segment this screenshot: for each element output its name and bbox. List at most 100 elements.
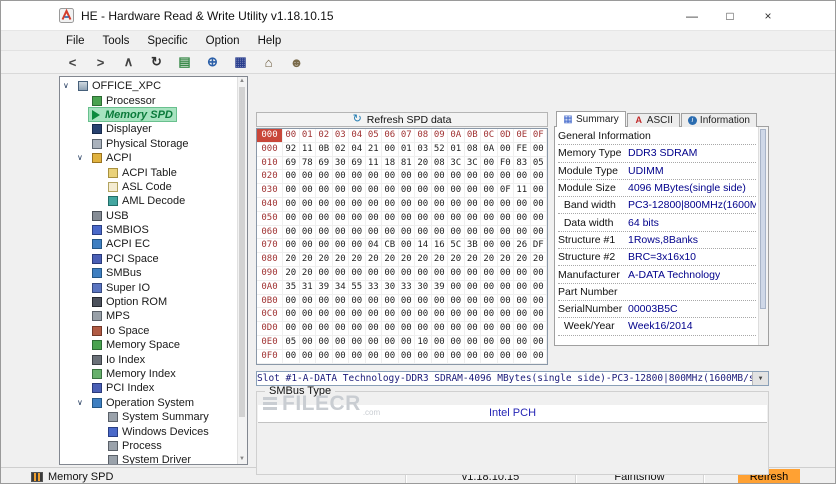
hex-byte-cell[interactable]: 00 [415,349,432,364]
hex-byte-cell[interactable]: 00 [530,349,547,364]
hex-byte-cell[interactable]: 00 [530,280,547,295]
hex-byte-cell[interactable]: 00 [316,211,333,226]
web-icon[interactable]: ⊕ [201,52,224,72]
hex-byte-cell[interactable]: 00 [497,142,514,157]
hex-byte-cell[interactable]: 00 [332,225,349,240]
hex-byte-cell[interactable]: 00 [481,266,498,281]
hex-byte-cell[interactable]: 05 [283,335,300,350]
hex-byte-cell[interactable]: 31 [299,280,316,295]
hex-byte-cell[interactable]: 11 [514,184,531,198]
hex-byte-cell[interactable]: 01 [398,142,415,157]
sidebar-item-io-space[interactable]: Io Space [60,324,247,338]
hex-byte-cell[interactable]: 00 [497,225,514,240]
hex-byte-cell[interactable]: 69 [316,156,333,171]
hex-byte-cell[interactable]: 20 [283,253,300,267]
hex-byte-cell[interactable]: 00 [530,211,547,226]
hex-byte-cell[interactable]: 00 [448,197,465,212]
forward-icon[interactable]: > [89,52,112,72]
hex-byte-cell[interactable]: 00 [316,170,333,185]
sidebar-item-acpi-ec[interactable]: ACPI EC [60,237,247,251]
hex-byte-cell[interactable]: 00 [299,335,316,350]
hex-byte-cell[interactable]: 00 [481,294,498,309]
hex-byte-cell[interactable]: 00 [365,335,382,350]
hex-byte-cell[interactable]: 00 [530,197,547,212]
hex-byte-cell[interactable]: 00 [398,294,415,309]
hex-byte-cell[interactable]: 00 [464,211,481,226]
hex-byte-cell[interactable]: 00 [514,335,531,350]
hex-byte-cell[interactable]: 00 [316,322,333,336]
hex-byte-cell[interactable]: 11 [299,142,316,157]
hex-byte-cell[interactable]: 00 [514,349,531,364]
hex-byte-cell[interactable]: 00 [415,308,432,323]
hex-byte-cell[interactable]: 00 [283,349,300,364]
menu-file[interactable]: File [57,31,94,50]
hex-byte-cell[interactable]: 55 [349,280,366,295]
hex-byte-cell[interactable]: 00 [316,349,333,364]
hex-byte-cell[interactable]: 00 [431,266,448,281]
hex-byte-cell[interactable]: 20 [332,253,349,267]
hex-byte-cell[interactable]: 00 [283,170,300,185]
hex-byte-cell[interactable]: 00 [382,197,399,212]
hex-byte-cell[interactable]: 00 [448,184,465,198]
sidebar-item-processor[interactable]: Processor [60,93,247,107]
hex-byte-cell[interactable]: 00 [398,308,415,323]
hex-byte-cell[interactable]: 18 [382,156,399,171]
hex-byte-cell[interactable]: 08 [464,142,481,157]
up-icon[interactable]: ∧ [117,52,140,72]
hex-byte-cell[interactable]: 00 [332,322,349,336]
hex-byte-cell[interactable]: 00 [448,225,465,240]
sidebar-item-acpi-table[interactable]: ACPI Table [60,165,247,179]
hex-byte-cell[interactable]: 00 [448,294,465,309]
hex-byte-cell[interactable]: 00 [382,170,399,185]
hex-byte-cell[interactable]: 39 [316,280,333,295]
hex-byte-cell[interactable]: 3C [448,156,465,171]
hex-byte-cell[interactable]: 00 [398,335,415,350]
hex-byte-cell[interactable]: 00 [497,266,514,281]
hex-byte-cell[interactable]: 00 [514,211,531,226]
hex-byte-cell[interactable]: 05 [530,156,547,171]
hex-byte-cell[interactable]: 00 [365,170,382,185]
sidebar-item-memory-spd[interactable]: Memory SPD [60,107,247,123]
hex-byte-cell[interactable]: 00 [398,211,415,226]
hex-byte-cell[interactable]: 00 [349,239,366,254]
summary-scrollbar-thumb[interactable] [760,129,766,309]
maximize-button[interactable]: □ [711,1,749,30]
hex-byte-cell[interactable]: 00 [382,294,399,309]
hex-byte-cell[interactable]: 20 [415,156,432,171]
hex-byte-cell[interactable]: 00 [398,322,415,336]
hex-byte-cell[interactable]: 00 [283,197,300,212]
sidebar-item-io-index[interactable]: Io Index [60,352,247,366]
hex-byte-cell[interactable]: 20 [415,253,432,267]
chevron-down-icon[interactable]: ▼ [752,371,768,385]
hex-byte-cell[interactable]: 00 [349,225,366,240]
hex-byte-cell[interactable]: 00 [431,349,448,364]
hex-byte-cell[interactable]: 81 [398,156,415,171]
sidebar-item-office-xpc[interactable]: ∨ OFFICE_XPC [60,79,247,93]
hex-byte-cell[interactable]: 00 [431,211,448,226]
minimize-button[interactable]: — [673,1,711,30]
hex-byte-cell[interactable]: 00 [398,170,415,185]
hex-byte-cell[interactable]: 00 [464,225,481,240]
hex-byte-cell[interactable]: 03 [415,142,432,157]
hex-byte-cell[interactable]: 00 [415,294,432,309]
hex-byte-cell[interactable]: 00 [349,308,366,323]
sidebar-item-acpi[interactable]: ∨ ACPI [60,151,247,165]
hex-byte-cell[interactable]: 04 [349,142,366,157]
hex-byte-cell[interactable]: 20 [316,253,333,267]
hex-byte-cell[interactable]: 00 [332,239,349,254]
hex-byte-cell[interactable]: 35 [283,280,300,295]
sidebar-item-operation-system[interactable]: ∨ Operation System [60,396,247,410]
scroll-down-icon[interactable]: ▼ [238,455,246,464]
hex-byte-cell[interactable]: 00 [316,184,333,198]
users-icon[interactable]: ☻ [285,52,308,72]
refresh-icon[interactable]: ↻ [145,52,168,72]
hex-byte-cell[interactable]: 00 [415,184,432,198]
hex-byte-cell[interactable]: 00 [332,184,349,198]
hex-byte-cell[interactable]: 00 [415,225,432,240]
hex-byte-cell[interactable]: 00 [316,308,333,323]
sidebar-item-displayer[interactable]: Displayer [60,122,247,136]
hex-byte-cell[interactable]: 00 [481,335,498,350]
menu-specific[interactable]: Specific [138,31,196,50]
hex-byte-cell[interactable]: 20 [514,253,531,267]
hex-byte-cell[interactable]: 20 [382,253,399,267]
